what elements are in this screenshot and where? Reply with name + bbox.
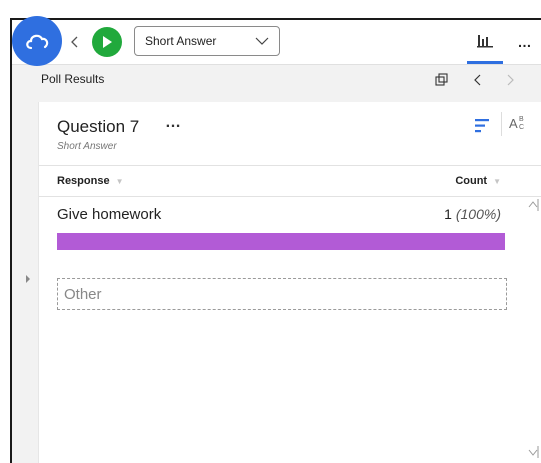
scroll-up-arrow-icon[interactable] (527, 198, 539, 212)
caret-right-icon (26, 275, 30, 283)
sort-lines-icon[interactable] (473, 116, 493, 136)
sort-caret-icon: ▼ (493, 176, 501, 186)
toolbar-more-button[interactable]: … (510, 20, 540, 64)
question-type-label: Short Answer (57, 141, 117, 152)
poll-results-title: Poll Results (41, 72, 105, 86)
question-results-card: Question 7 … Short Answer A B C Response… (38, 102, 541, 463)
previous-question-button[interactable] (467, 70, 487, 90)
chevron-left-icon (473, 74, 480, 86)
chevron-right-icon (507, 74, 514, 86)
response-text: Give homework (57, 206, 162, 223)
scroll-down-arrow-icon[interactable] (527, 445, 539, 459)
copy-icon (435, 73, 448, 86)
side-panel-toggle[interactable] (22, 272, 34, 286)
back-button[interactable] (67, 32, 83, 52)
svg-text:C: C (519, 124, 524, 131)
top-toolbar: Short Answer … (12, 16, 541, 66)
bar-chart-icon (477, 34, 493, 47)
question-title: Question 7 (57, 117, 140, 136)
next-question-button[interactable] (500, 70, 520, 90)
cloud-icon (26, 34, 49, 50)
chevron-left-icon (71, 36, 78, 48)
app-cloud-button[interactable] (12, 16, 62, 66)
alphabetical-icon: A B C (509, 116, 524, 131)
count-column-header[interactable]: Count ▼ (455, 175, 501, 187)
results-tab-button[interactable] (467, 20, 503, 64)
response-bar-fill (57, 233, 505, 250)
sort-caret-icon: ▼ (115, 176, 124, 186)
question-type-select[interactable]: Short Answer (134, 26, 280, 56)
response-percent: (100%) (455, 206, 501, 222)
other-label: Other (64, 285, 102, 303)
alphabetical-sort-button[interactable]: A B C (501, 112, 536, 136)
question-type-value: Short Answer (145, 34, 217, 48)
response-column-header[interactable]: Response ▼ (57, 175, 124, 187)
play-button[interactable] (92, 27, 122, 57)
other-responses-box[interactable]: Other (57, 278, 507, 310)
question-more-button[interactable]: … (165, 114, 182, 132)
svg-text:B: B (519, 116, 524, 123)
response-bar-track (57, 233, 505, 250)
response-count: 1 (100%) (444, 206, 501, 222)
svg-text:A: A (509, 116, 518, 131)
response-header-label: Response (57, 175, 110, 187)
app-window: Short Answer … Poll Results Question 7 …… (10, 16, 541, 463)
chevron-down-icon (255, 37, 269, 45)
poll-results-bar: Poll Results (27, 64, 541, 94)
copy-button[interactable] (432, 70, 452, 90)
count-header-label: Count (455, 175, 488, 187)
results-table-header: Response ▼ Count ▼ (39, 165, 541, 197)
play-icon (103, 36, 112, 48)
response-count-number: 1 (444, 206, 452, 222)
